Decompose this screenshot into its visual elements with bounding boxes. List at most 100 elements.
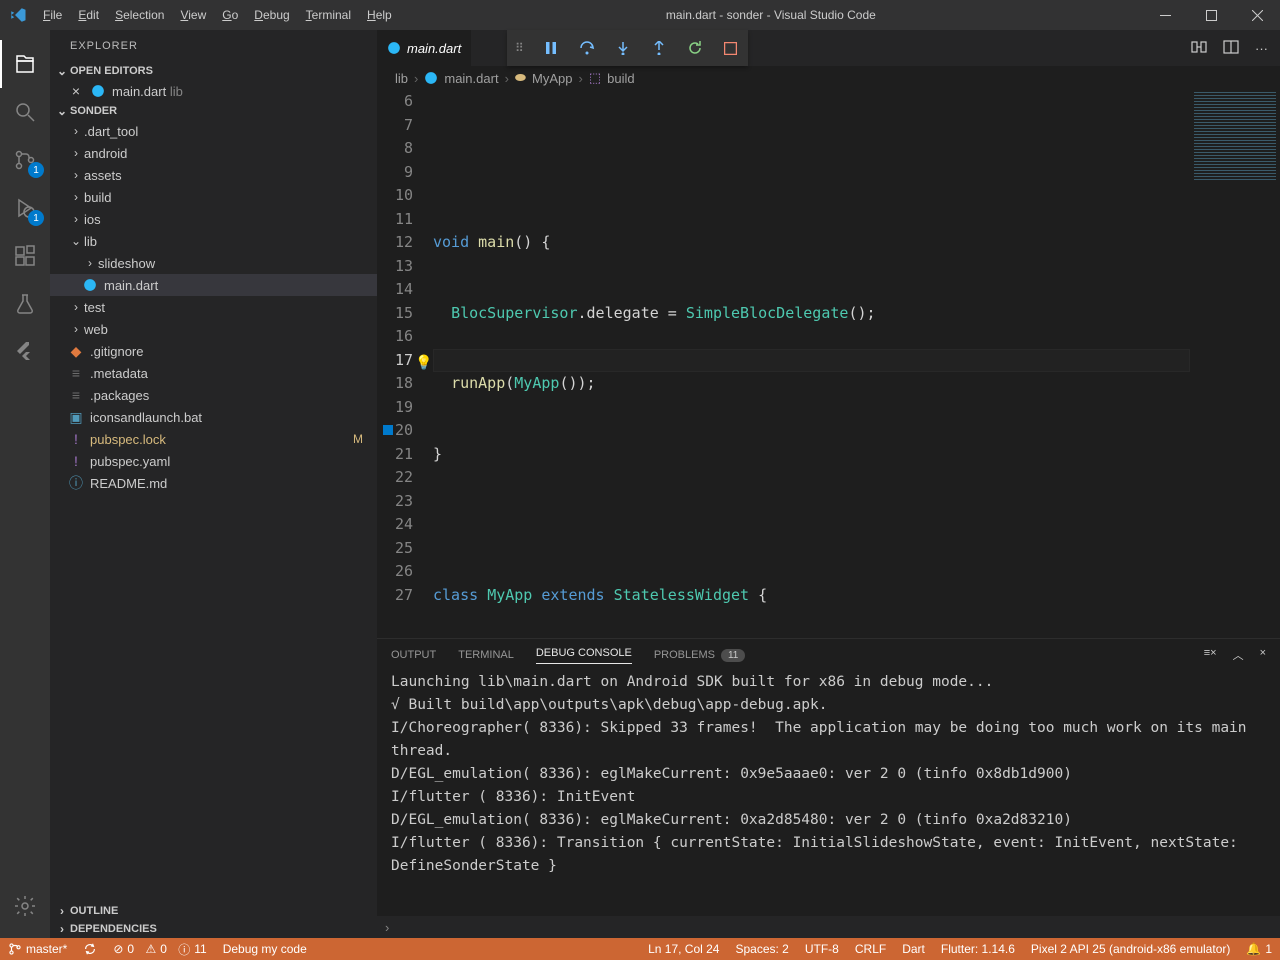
panel-tab-debug-console[interactable]: DEBUG CONSOLE <box>536 647 632 664</box>
status-problems[interactable]: ⊘0 ⚠0 ⓘ11 <box>105 938 214 960</box>
status-encoding[interactable]: UTF-8 <box>797 938 847 960</box>
minimap[interactable] <box>1190 90 1280 638</box>
line-gutter[interactable]: 6789101112131415161718192021222324252627… <box>377 90 433 638</box>
menu-bar: File Edit Selection View Go Debug Termin… <box>35 0 400 30</box>
maximize-button[interactable] <box>1188 0 1234 30</box>
close-button[interactable] <box>1234 0 1280 30</box>
maximize-panel-icon[interactable]: ︿ <box>1233 647 1244 663</box>
project-header[interactable]: ⌄SONDER <box>50 102 377 120</box>
menu-selection[interactable]: Selection <box>107 0 172 30</box>
outline-header[interactable]: ›OUTLINE <box>50 902 377 920</box>
stop-icon[interactable] <box>722 39 740 57</box>
folder-web[interactable]: ›web <box>50 318 377 340</box>
status-debug-config[interactable]: Debug my code <box>215 938 315 960</box>
folder-assets[interactable]: ›assets <box>50 164 377 186</box>
explorer-icon[interactable] <box>0 40 50 88</box>
clear-console-icon[interactable]: ≡× <box>1204 647 1217 663</box>
method-icon: ⬚ <box>589 70 601 86</box>
folder-test[interactable]: ›test <box>50 296 377 318</box>
menu-edit[interactable]: Edit <box>70 0 107 30</box>
test-icon[interactable] <box>0 280 50 328</box>
folder-slideshow[interactable]: ›slideshow <box>50 252 377 274</box>
file-main-dart[interactable]: main.dart <box>50 274 377 296</box>
modified-badge: M <box>353 432 363 446</box>
console-input-chevron[interactable]: › <box>377 916 1280 938</box>
file-tree: ›.dart_tool ›android ›assets ›build ›ios… <box>50 120 377 494</box>
more-icon[interactable]: ··· <box>1255 41 1268 56</box>
tab-main-dart[interactable]: main.dart <box>377 30 472 66</box>
status-eol[interactable]: CRLF <box>847 938 894 960</box>
dependencies-header[interactable]: ›DEPENDENCIES <box>50 920 377 938</box>
menu-go[interactable]: Go <box>214 0 246 30</box>
status-spaces[interactable]: Spaces: 2 <box>727 938 796 960</box>
menu-file[interactable]: File <box>35 0 70 30</box>
file-icon: ≡ <box>68 365 84 381</box>
lightbulb-icon[interactable]: 💡 <box>415 352 432 376</box>
bell-icon: 🔔 <box>1246 942 1261 956</box>
lock-file-icon: ! <box>68 431 84 447</box>
run-debug-icon[interactable]: 1 <box>0 184 50 232</box>
folder-dart-tool[interactable]: ›.dart_tool <box>50 120 377 142</box>
folder-android[interactable]: ›android <box>50 142 377 164</box>
bat-file-icon: ▣ <box>68 409 84 425</box>
file-iconsbat[interactable]: ▣iconsandlaunch.bat <box>50 406 377 428</box>
file-pubspec-lock[interactable]: !pubspec.lockM <box>50 428 377 450</box>
status-notifications[interactable]: 🔔1 <box>1238 938 1280 960</box>
status-device[interactable]: Pixel 2 API 25 (android-x86 emulator) <box>1023 938 1238 960</box>
open-editor-item[interactable]: × main.dart lib <box>50 80 377 102</box>
status-cursor-pos[interactable]: Ln 17, Col 24 <box>640 938 727 960</box>
folder-ios[interactable]: ›ios <box>50 208 377 230</box>
code-content[interactable]: void main() { BlocSupervisor.delegate = … <box>433 90 1190 638</box>
status-language[interactable]: Dart <box>894 938 933 960</box>
restart-icon[interactable] <box>686 39 704 57</box>
step-over-icon[interactable] <box>578 39 596 57</box>
sidebar: EXPLORER ⌄OPEN EDITORS × main.dart lib ⌄… <box>50 30 377 938</box>
pause-icon[interactable] <box>542 39 560 57</box>
search-icon[interactable] <box>0 88 50 136</box>
menu-debug[interactable]: Debug <box>246 0 297 30</box>
breadcrumb[interactable]: lib› main.dart› ⬬ MyApp› ⬚ build <box>377 66 1280 90</box>
menu-view[interactable]: View <box>172 0 214 30</box>
dart-file-icon <box>424 71 438 85</box>
menu-terminal[interactable]: Terminal <box>298 0 359 30</box>
menu-help[interactable]: Help <box>359 0 400 30</box>
source-control-icon[interactable]: 1 <box>0 136 50 184</box>
close-panel-icon[interactable]: × <box>1260 647 1266 663</box>
dart-file-icon <box>90 83 106 99</box>
file-readme[interactable]: ⓘREADME.md <box>50 472 377 494</box>
debug-badge: 1 <box>28 210 44 226</box>
flutter-icon[interactable] <box>0 328 50 376</box>
file-pubspec-yaml[interactable]: !pubspec.yaml <box>50 450 377 472</box>
file-gitignore[interactable]: ◆.gitignore <box>50 340 377 362</box>
panel-tab-problems[interactable]: PROBLEMS11 <box>654 649 746 662</box>
code-editor[interactable]: 6789101112131415161718192021222324252627… <box>377 90 1280 638</box>
panel-tab-terminal[interactable]: TERMINAL <box>458 649 514 661</box>
split-editor-icon[interactable] <box>1223 39 1239 58</box>
dart-file-icon <box>387 41 401 55</box>
drag-grip-icon[interactable]: ⠿ <box>515 41 524 55</box>
info-file-icon: ⓘ <box>68 475 84 491</box>
panel-tabs: OUTPUT TERMINAL DEBUG CONSOLE PROBLEMS11… <box>377 639 1280 671</box>
titlebar: File Edit Selection View Go Debug Termin… <box>0 0 1280 30</box>
compare-changes-icon[interactable] <box>1191 39 1207 58</box>
breakpoint-icon[interactable] <box>383 425 393 435</box>
status-flutter[interactable]: Flutter: 1.14.6 <box>933 938 1023 960</box>
settings-gear-icon[interactable] <box>0 882 50 930</box>
minimize-button[interactable] <box>1142 0 1188 30</box>
file-packages[interactable]: ≡.packages <box>50 384 377 406</box>
folder-lib[interactable]: ⌄lib <box>50 230 377 252</box>
status-sync[interactable] <box>75 938 105 960</box>
debug-console-output[interactable]: Launching lib\main.dart on Android SDK b… <box>377 671 1280 916</box>
file-icon: ≡ <box>68 387 84 403</box>
debug-toolbar[interactable]: ⠿ <box>507 30 748 66</box>
step-into-icon[interactable] <box>614 39 632 57</box>
folder-build[interactable]: ›build <box>50 186 377 208</box>
open-editors-header[interactable]: ⌄OPEN EDITORS <box>50 62 377 80</box>
file-metadata[interactable]: ≡.metadata <box>50 362 377 384</box>
extensions-icon[interactable] <box>0 232 50 280</box>
status-branch[interactable]: master* <box>0 938 75 960</box>
step-out-icon[interactable] <box>650 39 668 57</box>
vscode-logo-icon <box>0 6 35 24</box>
panel-tab-output[interactable]: OUTPUT <box>391 649 436 661</box>
close-icon[interactable]: × <box>68 83 84 99</box>
